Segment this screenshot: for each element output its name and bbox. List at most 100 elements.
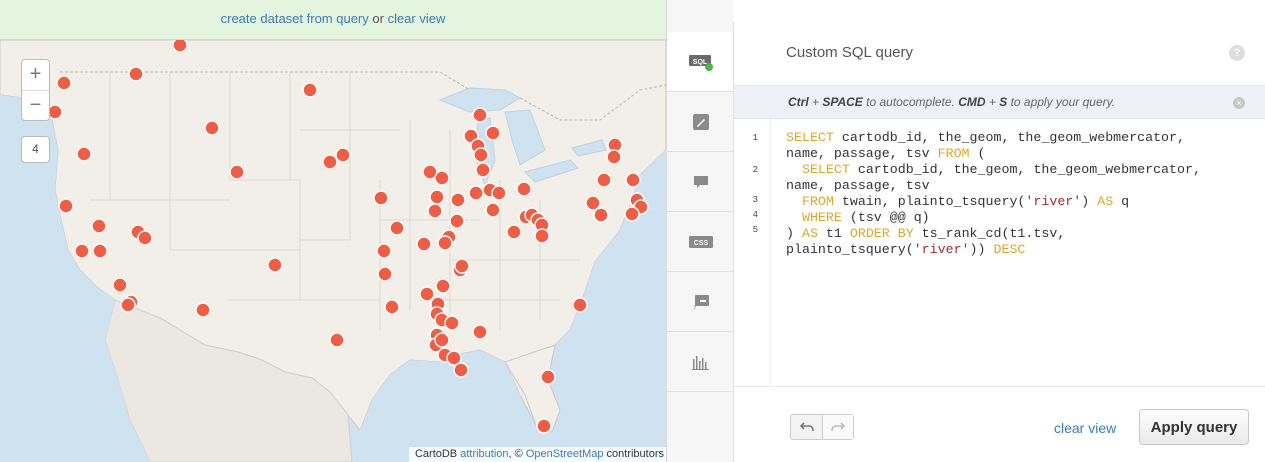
zoom-in-button[interactable]: +: [22, 60, 49, 90]
map-marker[interactable]: [540, 369, 556, 385]
close-icon[interactable]: ×: [1233, 97, 1245, 109]
legend-icon: ?: [693, 294, 709, 311]
css-icon: CSS: [688, 235, 713, 248]
undo-button[interactable]: [791, 415, 822, 439]
map-marker[interactable]: [473, 147, 489, 163]
panel-title: Custom SQL query: [786, 44, 913, 61]
map-marker[interactable]: [475, 162, 491, 178]
line-number-gutter: 1 2 3 4 5: [734, 119, 771, 387]
hint-plus-1: +: [808, 95, 823, 109]
apply-query-button[interactable]: Apply query: [1139, 409, 1249, 445]
map-marker[interactable]: [384, 299, 400, 315]
osm-link[interactable]: OpenStreetMap: [526, 448, 604, 460]
tool-sql[interactable]: SQL: [667, 32, 734, 92]
map-marker[interactable]: [419, 286, 435, 302]
map-marker[interactable]: [491, 185, 507, 201]
map-marker[interactable]: [204, 120, 220, 136]
map-marker[interactable]: [302, 82, 318, 98]
map-marker[interactable]: [506, 224, 522, 240]
map-marker[interactable]: [596, 172, 612, 188]
zoom-out-button[interactable]: −: [22, 90, 49, 120]
notice-or-text: or: [368, 11, 388, 26]
redo-button[interactable]: [822, 415, 853, 439]
map-marker[interactable]: [120, 297, 136, 313]
map-marker[interactable]: [389, 220, 405, 236]
map-marker[interactable]: [516, 181, 532, 197]
map-marker[interactable]: [92, 243, 108, 259]
sql-code[interactable]: SELECT cartodb_id, the_geom, the_geom_we…: [786, 130, 1256, 258]
map-marker[interactable]: [437, 235, 453, 251]
map-marker[interactable]: [76, 146, 92, 162]
map-marker[interactable]: [468, 185, 484, 201]
map-marker[interactable]: [195, 302, 211, 318]
map-marker[interactable]: [377, 266, 393, 282]
map-marker[interactable]: [172, 37, 188, 53]
sql-icon: SQL: [688, 54, 713, 71]
tool-wizard[interactable]: [667, 92, 734, 152]
map-marker[interactable]: [625, 172, 641, 188]
map-marker[interactable]: [485, 125, 501, 141]
tool-legends[interactable]: ?: [667, 272, 734, 332]
map-marker[interactable]: [606, 149, 622, 165]
line-number: 1: [752, 133, 758, 143]
map-marker[interactable]: [429, 189, 445, 205]
code-line: SELECT cartodb_id, the_geom, the_geom_we…: [801, 162, 1201, 177]
map-marker[interactable]: [485, 202, 501, 218]
clear-view-link[interactable]: clear view: [388, 11, 446, 26]
map-marker[interactable]: [449, 213, 465, 229]
map-marker[interactable]: [416, 236, 432, 252]
map-marker[interactable]: [376, 243, 392, 259]
map-marker[interactable]: [434, 332, 450, 348]
map-marker[interactable]: [536, 418, 552, 434]
clear-view-link[interactable]: clear view: [1054, 420, 1116, 436]
map-marker[interactable]: [435, 278, 451, 294]
map-marker[interactable]: [444, 315, 460, 331]
code-line: plainto_tsquery('river')) DESC: [786, 242, 1026, 257]
tool-css[interactable]: CSS: [667, 212, 734, 272]
tool-infowindow[interactable]: [667, 152, 734, 212]
create-dataset-link[interactable]: create dataset from query: [221, 11, 369, 26]
map-marker[interactable]: [593, 207, 609, 223]
map-marker[interactable]: [322, 154, 338, 170]
map-marker[interactable]: [373, 190, 389, 206]
tool-filters[interactable]: [667, 332, 734, 392]
map-marker[interactable]: [450, 192, 466, 208]
map-marker[interactable]: [128, 66, 144, 82]
attribution-separator: , ©: [508, 448, 526, 460]
line-number: 3: [752, 195, 758, 205]
map-marker[interactable]: [58, 198, 74, 214]
map-marker[interactable]: [329, 332, 345, 348]
code-line: ) AS t1 ORDER BY ts_rank_cd(t1.tsv,: [786, 226, 1066, 241]
map-marker[interactable]: [572, 297, 588, 313]
map-marker[interactable]: [624, 206, 640, 222]
code-line: SELECT cartodb_id, the_geom, the_geom_we…: [786, 130, 1185, 145]
zoom-level-indicator: 4: [21, 136, 50, 163]
map-marker[interactable]: [472, 324, 488, 340]
map-marker[interactable]: [74, 243, 90, 259]
code-line: WHERE (tsv @@ q): [801, 210, 930, 225]
map-marker[interactable]: [267, 257, 283, 273]
map-marker[interactable]: [454, 258, 470, 274]
map-marker[interactable]: [472, 107, 488, 123]
map-marker[interactable]: [137, 230, 153, 246]
panel-header: Custom SQL query ?: [734, 22, 1265, 86]
hint-text-2: to apply your query.: [1007, 95, 1116, 109]
basemap: [0, 37, 666, 462]
map-marker[interactable]: [534, 228, 550, 244]
map-view[interactable]: create dataset from query or clear view …: [0, 0, 666, 462]
map-marker[interactable]: [229, 164, 245, 180]
sql-editor[interactable]: 1 2 3 4 5 SELECT cartodb_id, the_geom, t…: [734, 119, 1265, 387]
map-marker[interactable]: [453, 362, 469, 378]
map-marker[interactable]: [427, 203, 443, 219]
map-marker[interactable]: [91, 218, 107, 234]
map-marker[interactable]: [112, 277, 128, 293]
attribution-link[interactable]: attribution: [460, 448, 508, 460]
help-icon[interactable]: ?: [1229, 45, 1245, 61]
map-marker[interactable]: [434, 170, 450, 186]
code-line: name, passage, tsv FROM (: [786, 146, 986, 161]
map-marker[interactable]: [56, 75, 72, 91]
code-line: name, passage, tsv: [786, 178, 930, 193]
map-marker[interactable]: [47, 104, 63, 120]
hint-key-ctrl: Ctrl: [788, 95, 809, 109]
map-marker[interactable]: [335, 147, 351, 163]
